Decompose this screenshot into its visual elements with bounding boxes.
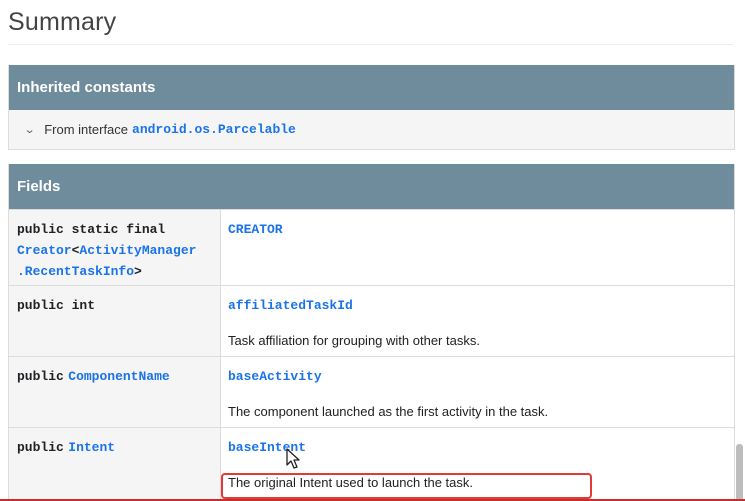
field-link-baseactivity[interactable]: baseActivity [228, 369, 322, 384]
field-type-cell: public static final Creator<ActivityMana… [9, 210, 221, 285]
table-row: public ComponentName baseActivity The co… [9, 356, 734, 427]
intent-type-link[interactable]: Intent [68, 440, 115, 455]
field-link-creator[interactable]: CREATOR [228, 222, 283, 237]
type-keyword: public int [17, 298, 96, 313]
field-description: Task affiliation for grouping with other… [228, 333, 480, 348]
field-type-cell: public Intent [9, 428, 221, 501]
activitymanager-link[interactable]: ActivityManager [79, 243, 196, 258]
table-row: public int affiliatedTaskId Task affilia… [9, 285, 734, 356]
generic-close: > [134, 264, 142, 279]
field-type-cell: public ComponentName [9, 357, 221, 427]
field-link-affiliatedtaskid[interactable]: affiliatedTaskId [228, 298, 353, 313]
type-keyword: public static final [17, 222, 166, 237]
scrollbar-thumb[interactable] [736, 444, 743, 501]
page-title: Summary [8, 8, 117, 36]
inherited-prefix: From interface [44, 122, 129, 137]
type-keyword: public [17, 369, 64, 384]
table-row: public static final Creator<ActivityMana… [9, 209, 734, 285]
inherited-constants-header: Inherited constants [9, 65, 734, 110]
page: Summary Inherited constants ⌄ From inter… [0, 0, 745, 501]
mouse-pointer-icon [286, 448, 300, 469]
inherited-constants-table: Inherited constants ⌄ From interface and… [8, 65, 735, 150]
divider [8, 44, 733, 45]
componentname-type-link[interactable]: ComponentName [68, 369, 169, 384]
fields-table: Fields public static final Creator<Activ… [8, 164, 735, 501]
inherited-row-parcelable[interactable]: ⌄ From interface android.os.Parcelable [9, 110, 734, 149]
field-type-cell: public int [9, 286, 221, 356]
parcelable-link[interactable]: android.os.Parcelable [132, 122, 296, 137]
field-name-cell: affiliatedTaskId Task affiliation for gr… [221, 286, 734, 356]
creator-type-link[interactable]: Creator [17, 243, 72, 258]
highlight-annotation-box [221, 473, 592, 499]
field-name-cell: baseActivity The component launched as t… [221, 357, 734, 427]
recenttaskinfo-link[interactable]: .RecentTaskInfo [17, 264, 134, 279]
field-description: The component launched as the first acti… [228, 404, 549, 419]
type-keyword: public [17, 440, 64, 455]
fields-header: Fields [9, 164, 734, 209]
field-name-cell: CREATOR [221, 210, 734, 285]
chevron-down-icon[interactable]: ⌄ [24, 123, 36, 136]
